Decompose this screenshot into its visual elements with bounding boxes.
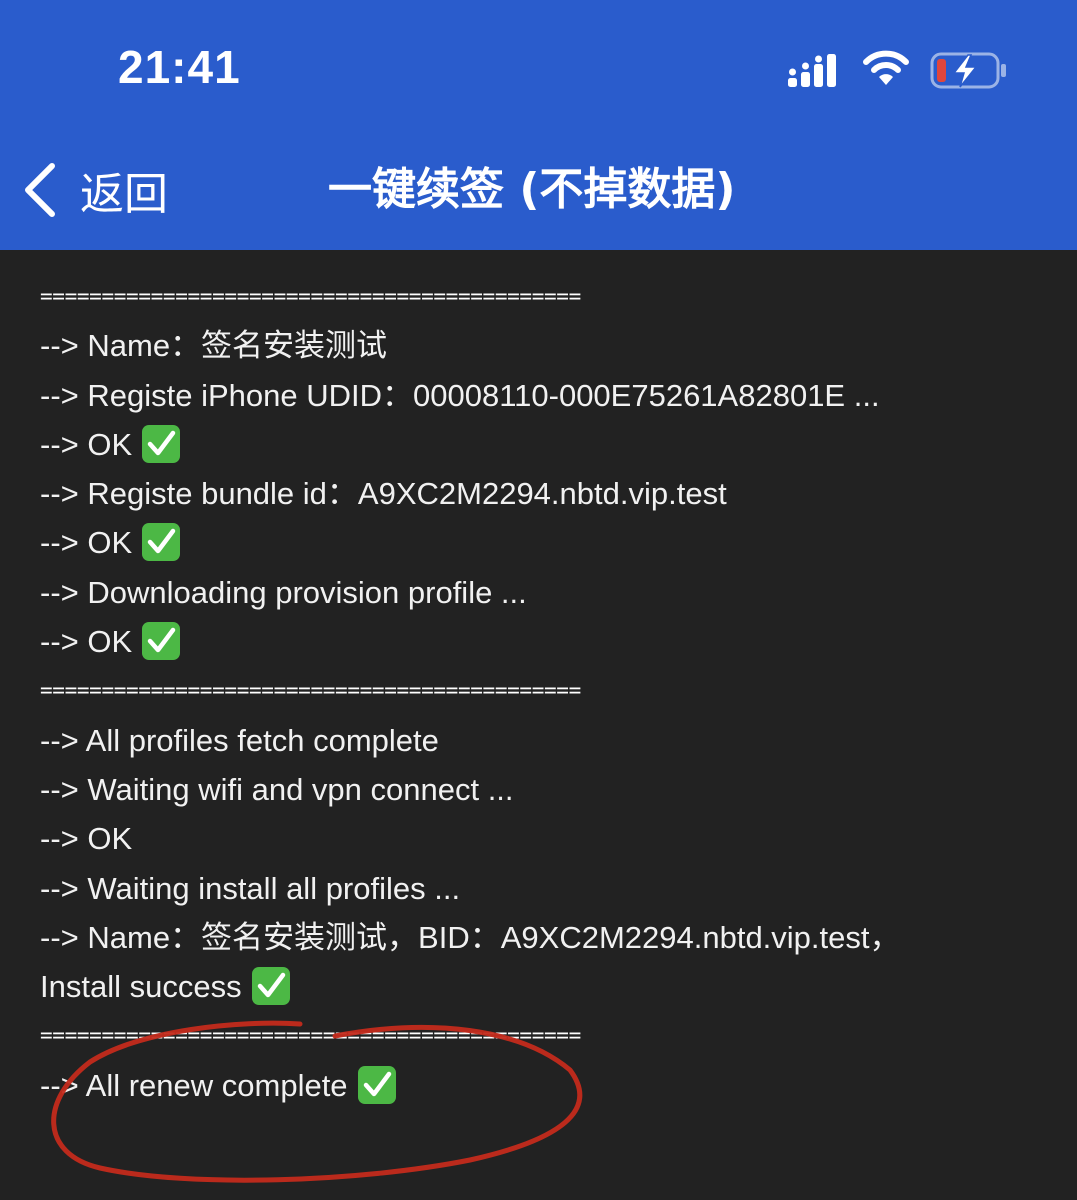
check-mark-button-icon bbox=[142, 622, 181, 661]
log-divider: ========================================… bbox=[40, 284, 581, 308]
log-line: --> Downloading provision profile ... bbox=[40, 574, 527, 610]
back-button[interactable]: 返回 bbox=[22, 160, 168, 220]
log-divider: ========================================… bbox=[40, 1023, 581, 1048]
log-line: --> Waiting install all profiles ... bbox=[40, 870, 461, 906]
cellular-signal-icon bbox=[788, 54, 836, 87]
log-line: --> OK bbox=[40, 420, 1040, 469]
chevron-left-icon bbox=[25, 163, 55, 217]
log-line: --> OK bbox=[40, 617, 1040, 666]
status-time: 21:41 bbox=[118, 41, 241, 93]
log-line: --> Registe bundle id：A9XC2M2294.nbtd.vi… bbox=[40, 476, 727, 512]
log-line: Install success bbox=[40, 962, 1040, 1011]
page-title: 一键续签 (不掉数据) bbox=[328, 164, 736, 215]
log-line: --> All profiles fetch complete bbox=[40, 722, 439, 758]
log-console: ========================================… bbox=[40, 272, 1040, 1110]
log-line: --> OK bbox=[40, 518, 1040, 567]
log-line: --> All renew complete bbox=[40, 1061, 1040, 1110]
log-line: --> Registe iPhone UDID：00008110-000E752… bbox=[40, 377, 880, 413]
wifi-icon bbox=[863, 50, 909, 85]
check-mark-button-icon bbox=[142, 424, 181, 463]
check-mark-button-icon bbox=[142, 523, 181, 562]
log-line: --> Name：签名安装测试，BID：A9XC2M2294.nbtd.vip.… bbox=[40, 919, 901, 955]
log-line: --> Waiting wifi and vpn connect ... bbox=[40, 771, 514, 807]
log-divider: ========================================… bbox=[40, 678, 581, 703]
check-mark-button-icon bbox=[251, 967, 290, 1006]
app-header: 21:41 返回 一键续签 (不掉数据) bbox=[0, 0, 1077, 250]
check-mark-button-icon bbox=[357, 1065, 396, 1104]
log-line: --> OK bbox=[40, 821, 133, 857]
log-line: --> Name：签名安装测试 bbox=[40, 328, 388, 364]
battery-charging-icon bbox=[930, 52, 1006, 89]
back-label: 返回 bbox=[80, 169, 168, 220]
